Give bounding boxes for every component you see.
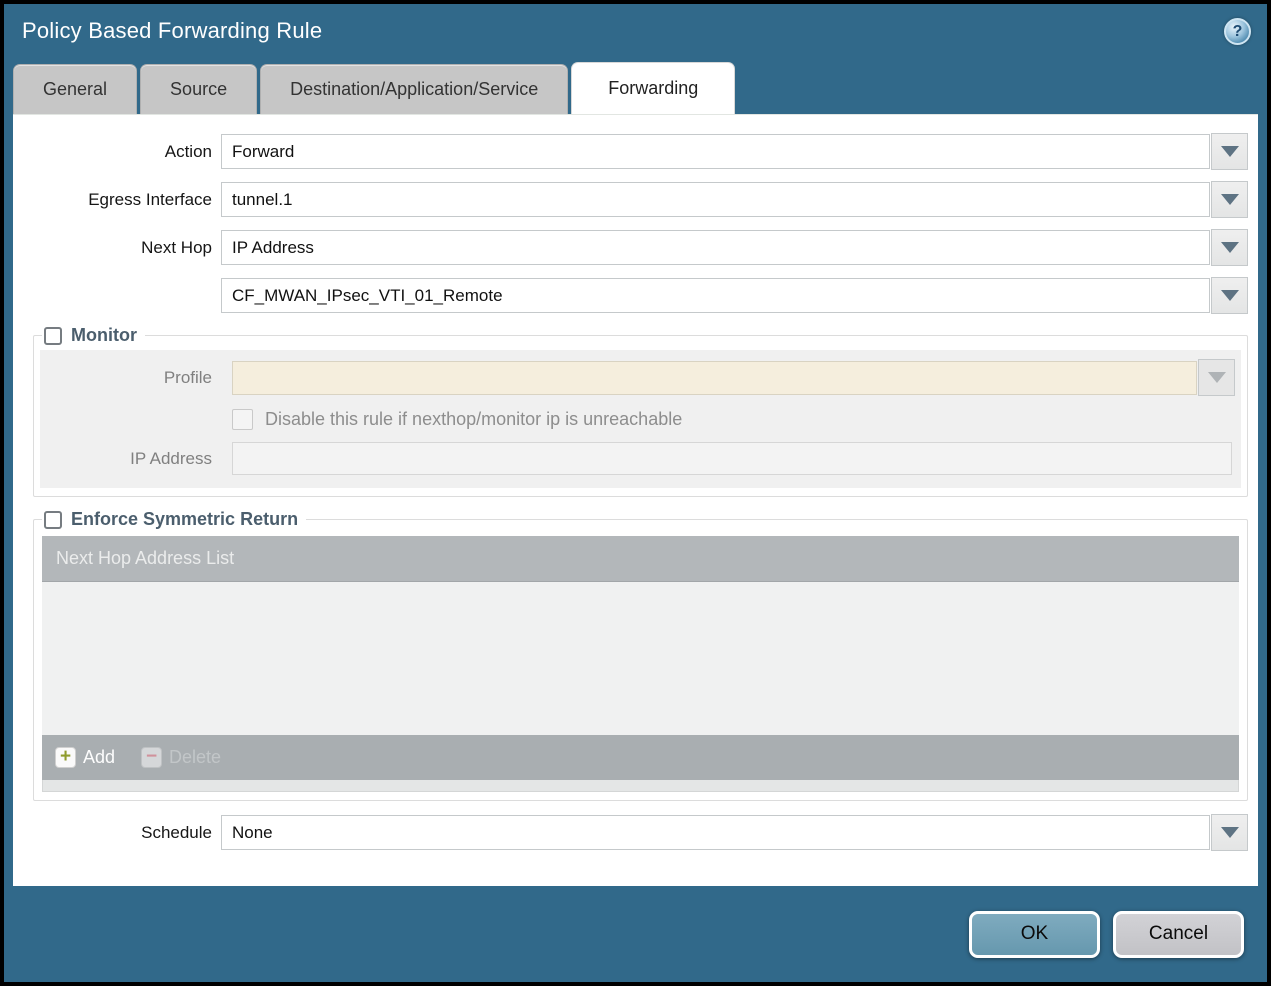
next-hop-address-select[interactable]: CF_MWAN_IPsec_VTI_01_Remote [221, 278, 1210, 313]
disable-rule-label: Disable this rule if nexthop/monitor ip … [265, 409, 683, 429]
monitor-legend-label: Monitor [71, 325, 137, 345]
next-hop-address-list-header-label: Next Hop Address List [56, 548, 235, 568]
dialog-title: Policy Based Forwarding Rule [22, 18, 323, 43]
chevron-down-icon [1220, 194, 1239, 205]
cancel-button[interactable]: Cancel [1113, 910, 1244, 958]
tab-forwarding-label: Forwarding [608, 78, 699, 98]
schedule-select[interactable]: None [221, 815, 1210, 850]
enforce-symmetric-return-checkbox[interactable] [44, 510, 62, 529]
action-select[interactable]: Forward [221, 134, 1210, 169]
forwarding-tab-content: Action Forward Egress Interface tunnel.1… [13, 114, 1258, 886]
profile-label: Profile [163, 367, 212, 387]
add-button-label: Add [83, 747, 116, 767]
monitor-ip-address-row: IP Address [40, 442, 1235, 475]
table-scrollbar-track [42, 780, 1239, 792]
enforce-symmetric-return-fieldset: Enforce Symmetric Return Next Hop Addres… [33, 509, 1248, 801]
monitor-fieldset: Monitor Profile Disable this rule if nex… [33, 325, 1248, 497]
next-hop-address-dropdown-button[interactable] [1211, 277, 1248, 314]
help-glyph: ? [1232, 22, 1243, 40]
egress-interface-select[interactable]: tunnel.1 [221, 182, 1210, 217]
delete-button-label: Delete [169, 747, 222, 767]
tab-bar: General Source Destination/Application/S… [4, 58, 1267, 114]
add-button[interactable]: + Add [55, 747, 115, 768]
delete-minus-icon: − [141, 747, 163, 768]
ok-button[interactable]: OK [969, 910, 1100, 958]
egress-interface-row: Egress Interface tunnel.1 [13, 181, 1248, 218]
policy-based-forwarding-rule-dialog: Policy Based Forwarding Rule ? General S… [0, 0, 1271, 986]
dialog-titlebar: Policy Based Forwarding Rule ? [4, 4, 1267, 58]
delete-button: − Delete [141, 747, 221, 768]
tab-source[interactable]: Source [140, 64, 258, 114]
next-hop-address-list-body [42, 582, 1239, 735]
next-hop-address-list-table: Next Hop Address List + Add − Delete [42, 536, 1239, 780]
tab-destination-label: Destination/Application/Service [290, 79, 539, 99]
next-hop-row: Next Hop IP Address [13, 229, 1248, 266]
monitor-ip-address-label: IP Address [130, 448, 212, 468]
tab-source-label: Source [170, 79, 228, 99]
schedule-label: Schedule [141, 822, 212, 842]
disable-rule-checkbox [232, 409, 253, 430]
chevron-down-icon [1220, 146, 1239, 157]
chevron-down-icon [1220, 242, 1239, 253]
next-hop-address-row: CF_MWAN_IPsec_VTI_01_Remote [13, 277, 1248, 314]
monitor-ip-address-input [232, 442, 1232, 475]
add-plus-icon: + [55, 747, 76, 768]
tab-forwarding[interactable]: Forwarding [571, 62, 736, 114]
tab-general[interactable]: General [13, 64, 138, 114]
next-hop-type-select[interactable]: IP Address [221, 230, 1210, 265]
profile-dropdown-button [1198, 359, 1235, 396]
chevron-down-icon [1220, 827, 1239, 838]
profile-select [232, 360, 1197, 395]
egress-interface-label: Egress Interface [88, 189, 212, 209]
tab-destination-application-service[interactable]: Destination/Application/Service [260, 64, 569, 114]
next-hop-address-list-header: Next Hop Address List [42, 536, 1239, 582]
monitor-checkbox[interactable] [44, 326, 62, 345]
next-hop-label: Next Hop [141, 237, 212, 257]
disable-rule-row: Disable this rule if nexthop/monitor ip … [232, 409, 1235, 430]
action-label: Action [164, 141, 212, 161]
help-icon[interactable]: ? [1224, 18, 1251, 45]
chevron-down-icon [1220, 290, 1239, 301]
dialog-footer: OK Cancel [4, 886, 1267, 982]
action-dropdown-button[interactable] [1211, 133, 1248, 170]
next-hop-dropdown-button[interactable] [1211, 229, 1248, 266]
chevron-down-icon [1207, 372, 1226, 383]
egress-interface-dropdown-button[interactable] [1211, 181, 1248, 218]
enforce-symmetric-return-legend-label: Enforce Symmetric Return [71, 509, 299, 529]
schedule-row: Schedule None [13, 814, 1248, 851]
next-hop-address-list-toolbar: + Add − Delete [42, 735, 1239, 780]
action-row: Action Forward [13, 133, 1248, 170]
tab-general-label: General [43, 79, 108, 99]
schedule-dropdown-button[interactable] [1211, 814, 1248, 851]
monitor-panel: Profile Disable this rule if nexthop/mon… [40, 350, 1241, 488]
enforce-symmetric-return-legend: Enforce Symmetric Return [42, 509, 306, 530]
profile-row: Profile [40, 359, 1235, 396]
monitor-legend: Monitor [42, 325, 145, 346]
